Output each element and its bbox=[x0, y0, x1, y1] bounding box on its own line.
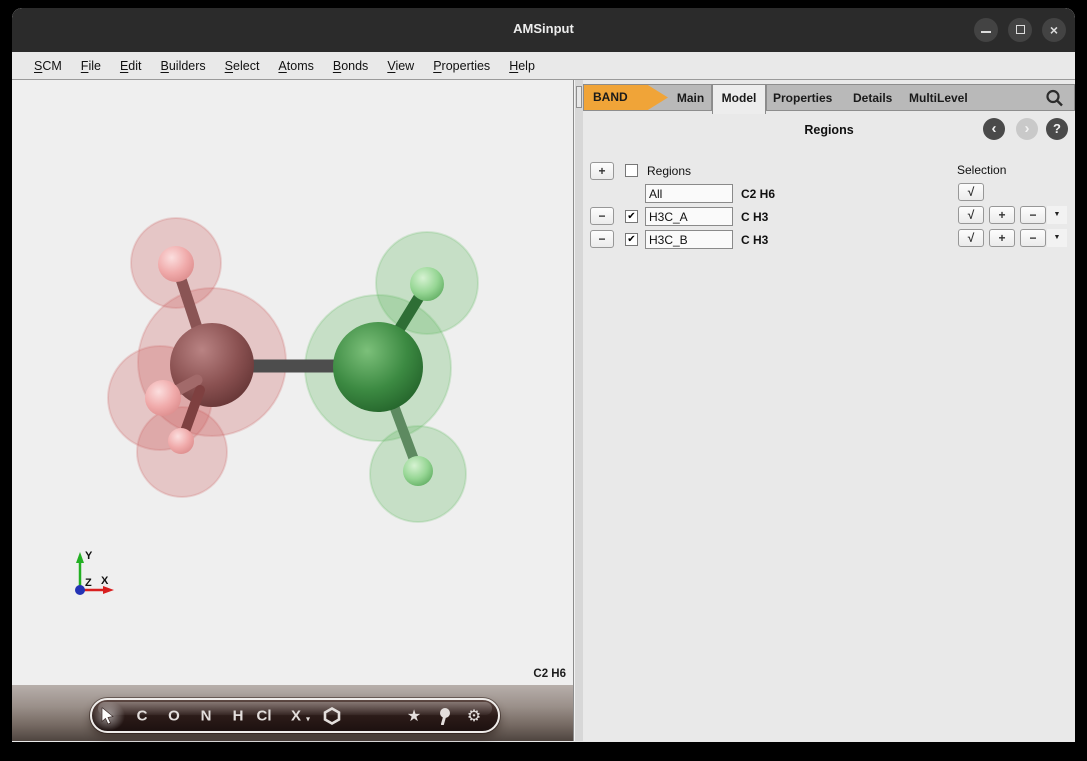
nav-forward-button[interactable]: › bbox=[1016, 118, 1038, 140]
element-x-button[interactable]: X bbox=[291, 707, 301, 724]
region-name-field-b[interactable] bbox=[645, 230, 733, 249]
splitter-grip-icon[interactable] bbox=[576, 86, 582, 108]
settings-panel: BAND Main Model Properties Details Multi… bbox=[583, 80, 1075, 741]
close-button[interactable]: × bbox=[1042, 18, 1066, 42]
pin-tool-icon[interactable] bbox=[437, 707, 451, 725]
tab-group-right: Properties Details MultiLevel bbox=[766, 84, 1075, 111]
atom-H[interactable] bbox=[410, 267, 444, 301]
region-formula-a: C H3 bbox=[741, 210, 768, 224]
remove-selection-region-a-button[interactable]: − bbox=[1020, 206, 1046, 224]
minimize-button[interactable] bbox=[974, 18, 998, 42]
tab-main[interactable]: Main bbox=[668, 91, 713, 105]
help-button[interactable]: ? bbox=[1046, 118, 1068, 140]
add-selection-region-b-button[interactable]: + bbox=[989, 229, 1015, 247]
tab-group-left: BAND Main bbox=[583, 84, 712, 111]
region-a-dropdown-icon[interactable]: ▼ bbox=[1047, 206, 1067, 224]
tab-details[interactable]: Details bbox=[853, 91, 892, 105]
remove-selection-region-b-button[interactable]: − bbox=[1020, 229, 1046, 247]
menu-edit[interactable]: Edit bbox=[120, 59, 142, 73]
region-name-field-a[interactable] bbox=[645, 207, 733, 226]
menu-bonds[interactable]: Bonds bbox=[333, 59, 368, 73]
star-tool-icon[interactable]: ★ bbox=[407, 706, 421, 726]
tab-model-selected[interactable]: Model bbox=[712, 84, 766, 114]
selection-label: Selection bbox=[957, 163, 1006, 177]
menu-builders[interactable]: Builders bbox=[161, 59, 206, 73]
regions-label: Regions bbox=[647, 164, 691, 178]
element-c-button[interactable]: C bbox=[137, 707, 148, 724]
app-window: AMSinput × SCM File Edit Builders Select… bbox=[12, 8, 1075, 742]
axis-y-arrowhead bbox=[76, 552, 84, 563]
axis-y-label: Y bbox=[85, 550, 93, 562]
element-cl-button[interactable]: Cl bbox=[257, 707, 272, 724]
maximize-button[interactable] bbox=[1008, 18, 1032, 42]
minimize-icon bbox=[981, 31, 991, 33]
axis-z-label: Z bbox=[85, 577, 92, 589]
menu-scm[interactable]: SCM bbox=[34, 59, 62, 73]
region-a-checkbox[interactable]: ✔ bbox=[625, 210, 638, 223]
menu-view[interactable]: View bbox=[387, 59, 414, 73]
nav-back-button[interactable]: ‹ bbox=[983, 118, 1005, 140]
menu-select[interactable]: Select bbox=[225, 59, 260, 73]
menu-file[interactable]: File bbox=[81, 59, 101, 73]
element-toolbar: C O N H Cl X ▾ ★ ⚙ bbox=[90, 698, 500, 733]
settings-gear-icon[interactable]: ⚙ bbox=[467, 706, 481, 726]
title-bar: AMSinput × bbox=[12, 8, 1075, 52]
axis-indicator: Y X Z bbox=[66, 548, 116, 604]
cursor-tool-icon[interactable] bbox=[101, 707, 115, 724]
element-h-button[interactable]: H bbox=[233, 707, 244, 724]
menu-properties[interactable]: Properties bbox=[433, 59, 490, 73]
add-selection-region-a-button[interactable]: + bbox=[989, 206, 1015, 224]
atom-H[interactable] bbox=[168, 428, 194, 454]
region-name-field-all[interactable] bbox=[645, 184, 733, 203]
region-b-dropdown-icon[interactable]: ▼ bbox=[1047, 229, 1067, 247]
remove-region-a-button[interactable]: − bbox=[590, 207, 614, 225]
window-title: AMSinput bbox=[12, 21, 1075, 36]
atom-C[interactable] bbox=[333, 322, 423, 412]
tab-band[interactable]: BAND bbox=[584, 85, 668, 110]
region-b-checkbox[interactable]: ✔ bbox=[625, 233, 638, 246]
remove-region-b-button[interactable]: − bbox=[590, 230, 614, 248]
atom-H[interactable] bbox=[403, 456, 433, 486]
atom-C[interactable] bbox=[170, 323, 254, 407]
menu-bar: SCM File Edit Builders Select Atoms Bond… bbox=[12, 52, 1075, 80]
close-icon: × bbox=[1050, 18, 1058, 42]
select-region-a-button[interactable]: √ bbox=[958, 206, 984, 224]
tab-band-label: BAND bbox=[593, 90, 628, 104]
menu-atoms[interactable]: Atoms bbox=[278, 59, 313, 73]
element-x-dropdown-icon[interactable]: ▾ bbox=[306, 715, 310, 724]
menu-help[interactable]: Help bbox=[509, 59, 535, 73]
tab-properties[interactable]: Properties bbox=[773, 91, 832, 105]
add-region-button[interactable]: + bbox=[590, 162, 614, 180]
viewport-formula-label: C2 H6 bbox=[533, 668, 566, 680]
element-o-button[interactable]: O bbox=[168, 707, 180, 724]
region-formula-b: C H3 bbox=[741, 233, 768, 247]
axis-x-arrowhead bbox=[103, 586, 114, 594]
molecule-viewport[interactable]: Y X Z C2 H6 bbox=[12, 80, 574, 685]
region-formula-all: C2 H6 bbox=[741, 187, 775, 201]
ring-tool-icon[interactable] bbox=[323, 707, 341, 725]
select-all-region-button[interactable]: √ bbox=[958, 183, 984, 201]
atom-H[interactable] bbox=[145, 380, 181, 416]
bottom-toolbar-area: C O N H Cl X ▾ ★ ⚙ bbox=[12, 685, 574, 741]
regions-master-checkbox[interactable] bbox=[625, 164, 638, 177]
axis-z-dot bbox=[75, 585, 85, 595]
element-n-button[interactable]: N bbox=[201, 707, 212, 724]
panel-splitter[interactable] bbox=[574, 80, 583, 741]
select-region-b-button[interactable]: √ bbox=[958, 229, 984, 247]
maximize-icon bbox=[1016, 25, 1025, 34]
left-column: Y X Z C2 H6 C O N H Cl X bbox=[12, 80, 574, 741]
axis-x-label: X bbox=[101, 575, 109, 587]
search-icon[interactable] bbox=[1044, 88, 1065, 109]
tab-multilevel[interactable]: MultiLevel bbox=[909, 91, 968, 105]
atom-H[interactable] bbox=[158, 246, 194, 282]
